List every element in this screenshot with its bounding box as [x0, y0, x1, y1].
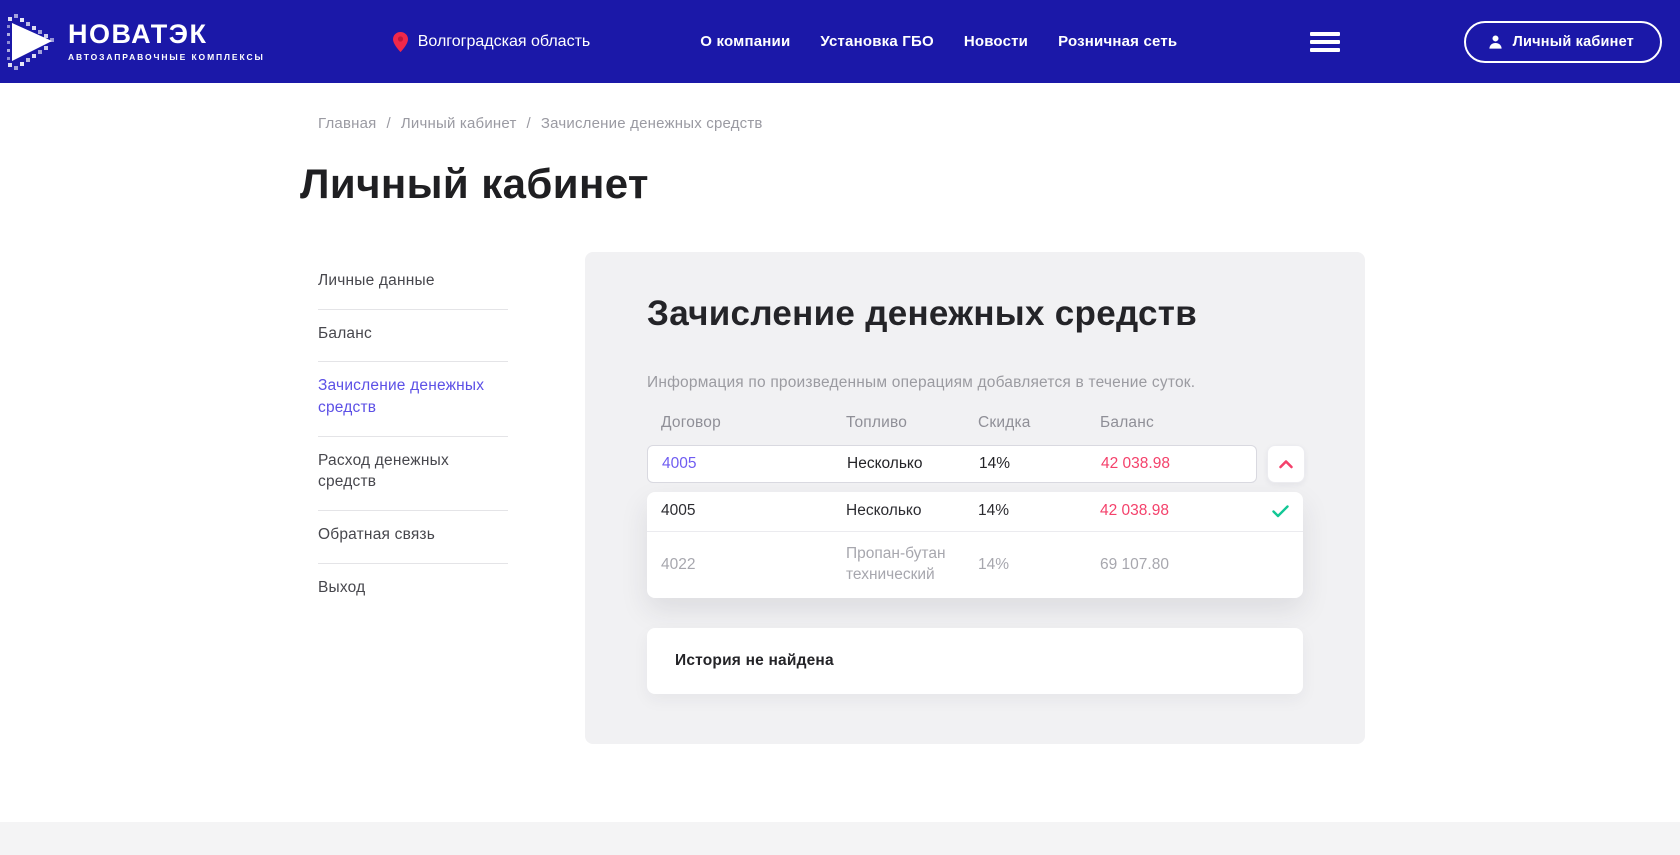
option-contract: 4022 — [661, 556, 846, 574]
collapse-dropdown-button[interactable] — [1267, 445, 1305, 483]
breadcrumb-home[interactable]: Главная — [318, 115, 377, 132]
footer-strip — [0, 822, 1680, 855]
region-selector[interactable]: Волгоградская область — [393, 32, 591, 52]
account-sidebar: Личные данные Баланс Зачисление денежных… — [318, 270, 508, 616]
brand-name: НОВАТЭК — [68, 21, 265, 48]
option-contract: 4005 — [661, 502, 846, 520]
brand-logo[interactable]: НОВАТЭК АВТОЗАПРАВОЧНЫЕ КОМПЛЕКСЫ — [6, 11, 265, 73]
panel-note: Информация по произведенным операциям до… — [647, 374, 1305, 392]
dropdown-option-4022[interactable]: 4022 Пропан-бутан технический 14% 69 107… — [647, 532, 1303, 598]
nav-item-gbo[interactable]: Установка ГБО — [820, 33, 933, 50]
content-row: Личные данные Баланс Зачисление денежных… — [318, 252, 1680, 744]
nav-item-news[interactable]: Новости — [964, 33, 1028, 50]
sidebar-item-balance[interactable]: Баланс — [318, 310, 508, 363]
sidebar-item-crediting[interactable]: Зачисление денежных средств — [318, 362, 508, 436]
nav-item-about[interactable]: О компании — [700, 33, 790, 50]
sidebar-item-spending[interactable]: Расход денежных средств — [318, 437, 508, 511]
check-icon — [1261, 505, 1289, 518]
breadcrumb-separator: / — [527, 115, 531, 132]
option-fuel: Несколько — [846, 501, 978, 522]
nav-item-retail[interactable]: Розничная сеть — [1058, 33, 1177, 50]
option-balance: 42 038.98 — [1100, 502, 1261, 520]
table-header-row: Договор Топливо Скидка Баланс — [647, 414, 1305, 432]
option-discount: 14% — [978, 556, 1100, 574]
breadcrumb-current: Зачисление денежных средств — [541, 115, 763, 132]
logo-pixel-triangle-icon — [6, 11, 60, 73]
selected-discount: 14% — [979, 455, 1101, 473]
crediting-panel: Зачисление денежных средств Информация п… — [585, 252, 1365, 744]
panel-title: Зачисление денежных средств — [647, 294, 1305, 334]
option-balance: 69 107.80 — [1100, 556, 1261, 574]
sidebar-item-personal-data[interactable]: Личные данные — [318, 270, 508, 310]
region-label: Волгоградская область — [418, 33, 591, 51]
user-icon — [1488, 34, 1503, 50]
brand-tagline: АВТОЗАПРАВОЧНЫЕ КОМПЛЕКСЫ — [68, 52, 265, 62]
breadcrumb-separator: / — [387, 115, 391, 132]
history-empty-card: История не найдена — [647, 628, 1303, 694]
contract-select-line: 4005 Несколько 14% 42 038.98 — [647, 445, 1305, 483]
column-header-discount: Скидка — [978, 414, 1100, 432]
selected-fuel: Несколько — [847, 455, 979, 473]
hamburger-menu-icon[interactable] — [1304, 26, 1346, 58]
contract-dropdown: 4005 Несколько 14% 42 038.98 4022 Пропан… — [647, 492, 1303, 598]
selected-balance: 42 038.98 — [1101, 455, 1242, 473]
site-header: НОВАТЭК АВТОЗАПРАВОЧНЫЕ КОМПЛЕКСЫ Волгог… — [0, 0, 1680, 83]
sidebar-item-feedback[interactable]: Обратная связь — [318, 511, 508, 564]
location-pin-icon — [393, 32, 408, 52]
breadcrumb-account[interactable]: Личный кабинет — [401, 115, 517, 132]
option-discount: 14% — [978, 502, 1100, 520]
option-fuel: Пропан-бутан технический — [846, 544, 978, 586]
column-header-fuel: Топливо — [846, 414, 978, 432]
dropdown-option-4005[interactable]: 4005 Несколько 14% 42 038.98 — [647, 492, 1303, 532]
chevron-up-icon — [1278, 459, 1294, 470]
history-empty-label: История не найдена — [675, 652, 834, 670]
column-header-balance: Баланс — [1100, 414, 1291, 432]
page-title: Личный кабинет — [300, 160, 1680, 208]
account-button-label: Личный кабинет — [1513, 34, 1634, 50]
column-header-contract: Договор — [661, 414, 846, 432]
selected-contract: 4005 — [662, 455, 847, 473]
main-nav: О компании Установка ГБО Новости Розничн… — [700, 33, 1177, 50]
sidebar-item-logout[interactable]: Выход — [318, 564, 508, 616]
contract-select[interactable]: 4005 Несколько 14% 42 038.98 — [647, 445, 1257, 483]
breadcrumb: Главная / Личный кабинет / Зачисление де… — [318, 115, 1680, 132]
account-button[interactable]: Личный кабинет — [1464, 21, 1662, 63]
